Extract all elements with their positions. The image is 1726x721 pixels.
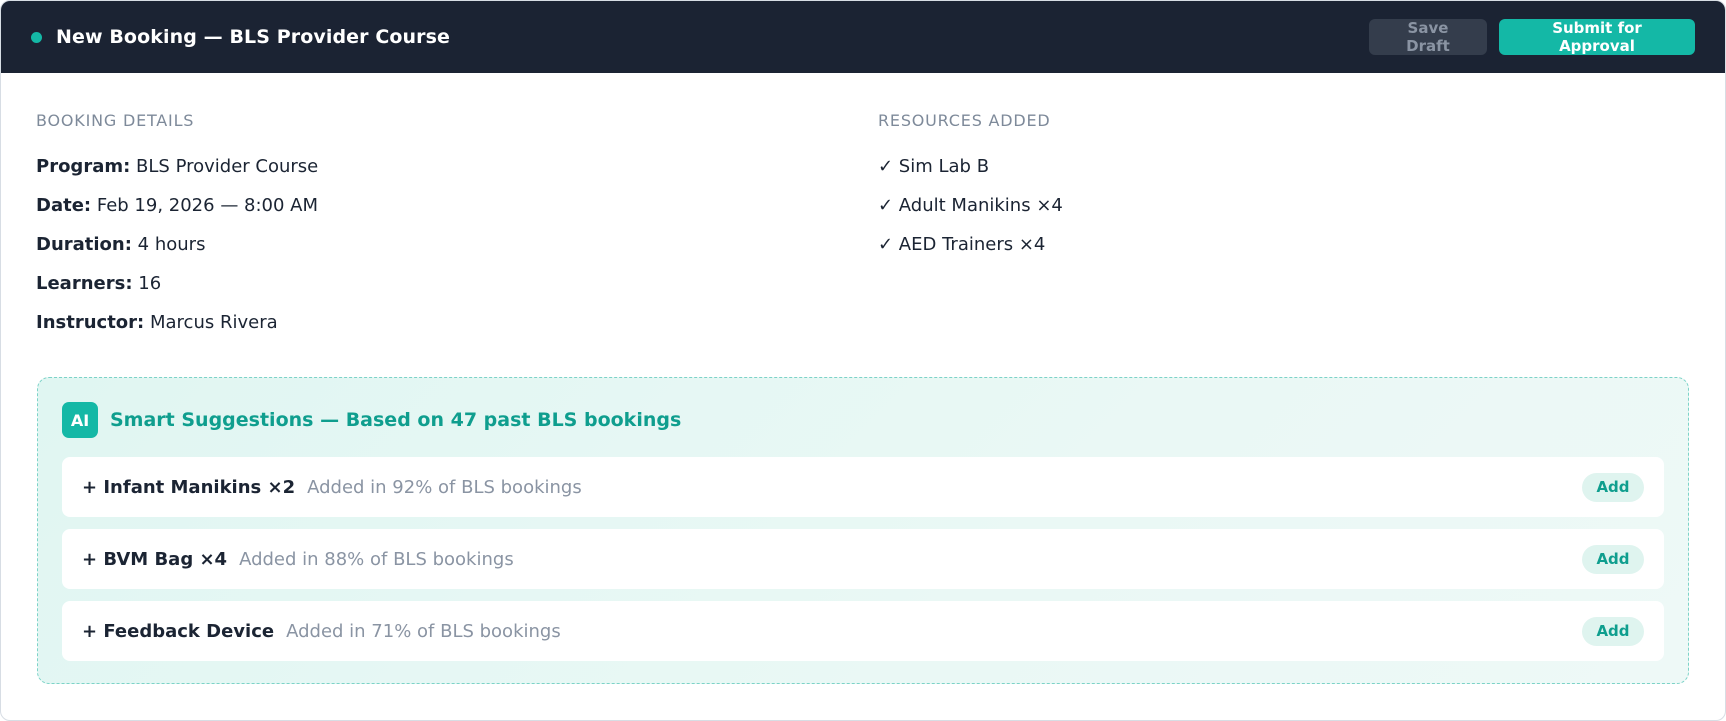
details-section: BOOKING DETAILS Program: BLS Provider Co… (1, 73, 1725, 373)
header-bar: New Booking — BLS Provider Course Save D… (1, 1, 1725, 73)
detail-value: 4 hours (137, 234, 206, 255)
resources-column: RESOURCES ADDED ✓ Sim Lab B ✓ Adult Mani… (878, 111, 1690, 373)
suggestion-row: + BVM Bag ×4 Added in 88% of BLS booking… (62, 529, 1664, 589)
detail-value: Feb 19, 2026 — 8:00 AM (96, 195, 319, 216)
detail-row-instructor: Instructor: Marcus Rivera (36, 311, 878, 350)
detail-value: BLS Provider Course (136, 156, 319, 177)
ai-badge-icon: AI (62, 402, 98, 438)
resources-heading: RESOURCES ADDED (878, 111, 1051, 130)
detail-key: Duration: (36, 234, 132, 255)
detail-row-learners: Learners: 16 (36, 272, 878, 311)
detail-key: Instructor: (36, 312, 145, 333)
detail-value: 16 (138, 273, 162, 294)
suggestion-text: + Feedback Device Added in 71% of BLS bo… (82, 621, 561, 642)
add-suggestion-button[interactable]: Add (1582, 544, 1644, 574)
suggestions-title: Smart Suggestions — Based on 47 past BLS… (110, 409, 682, 431)
title-group: New Booking — BLS Provider Course (31, 26, 450, 48)
add-suggestion-button[interactable]: Add (1582, 472, 1644, 502)
booking-details-column: BOOKING DETAILS Program: BLS Provider Co… (36, 111, 878, 373)
suggestion-text: + Infant Manikins ×2 Added in 92% of BLS… (82, 477, 582, 498)
suggestion-note: Added in 92% of BLS bookings (307, 476, 582, 498)
detail-row-date: Date: Feb 19, 2026 — 8:00 AM (36, 194, 878, 233)
status-dot-icon (31, 31, 42, 43)
suggestion-name: + Infant Manikins ×2 (82, 476, 296, 498)
suggestions-header: AI Smart Suggestions — Based on 47 past … (62, 402, 1664, 438)
detail-key: Learners: (36, 273, 133, 294)
detail-value: Marcus Rivera (149, 312, 278, 333)
booking-card: New Booking — BLS Provider Course Save D… (0, 0, 1726, 721)
resource-item: ✓ Sim Lab B (878, 156, 990, 177)
submit-for-approval-button[interactable]: Submit for Approval (1499, 19, 1695, 55)
suggestion-note: Added in 71% of BLS bookings (286, 620, 561, 642)
suggestion-name: + BVM Bag ×4 (82, 548, 228, 570)
detail-row-program: Program: BLS Provider Course (36, 155, 878, 194)
suggestion-row: + Feedback Device Added in 71% of BLS bo… (62, 601, 1664, 661)
suggestion-text: + BVM Bag ×4 Added in 88% of BLS booking… (82, 549, 514, 570)
suggestion-name: + Feedback Device (82, 620, 275, 642)
header-actions: Save Draft Submit for Approval (1369, 19, 1695, 55)
suggestion-row: + Infant Manikins ×2 Added in 92% of BLS… (62, 457, 1664, 517)
booking-details-heading: BOOKING DETAILS (36, 111, 195, 130)
resource-item: ✓ AED Trainers ×4 (878, 234, 1046, 255)
detail-key: Date: (36, 195, 92, 216)
detail-key: Program: (36, 156, 131, 177)
save-draft-button[interactable]: Save Draft (1369, 19, 1487, 55)
detail-row-duration: Duration: 4 hours (36, 233, 878, 272)
page-title: New Booking — BLS Provider Course (56, 26, 451, 48)
suggestion-note: Added in 88% of BLS bookings (239, 548, 514, 570)
add-suggestion-button[interactable]: Add (1582, 616, 1644, 646)
resource-item: ✓ Adult Manikins ×4 (878, 195, 1063, 216)
smart-suggestions-panel: AI Smart Suggestions — Based on 47 past … (37, 377, 1689, 684)
